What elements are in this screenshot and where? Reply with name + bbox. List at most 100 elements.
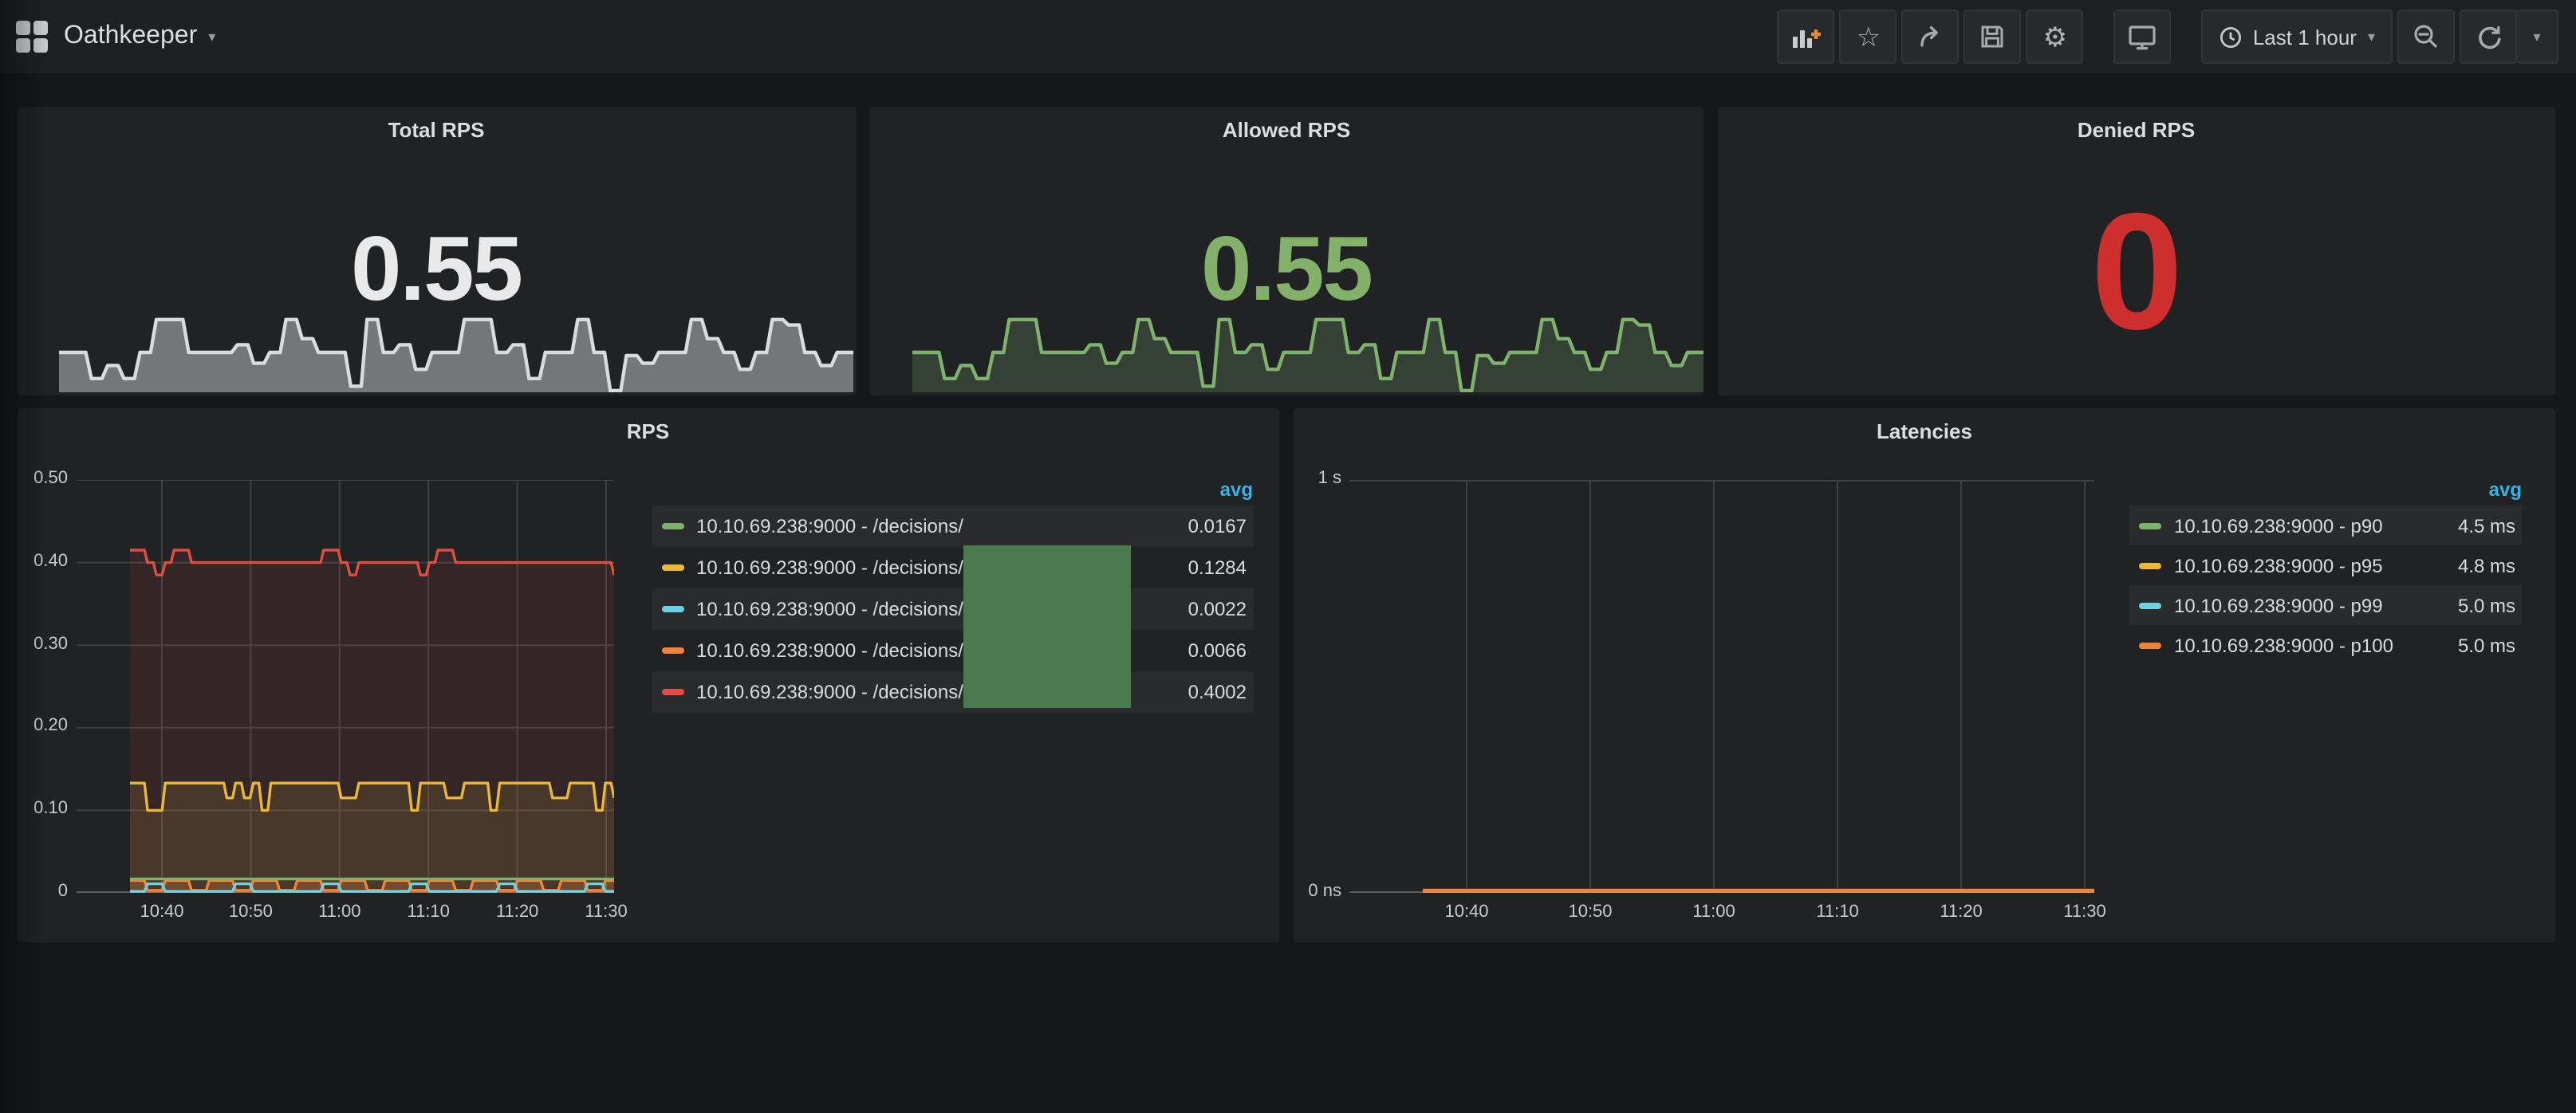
legend-avg-header[interactable]: avg [2489,478,2522,501]
refresh-icon [2475,23,2502,50]
series-label[interactable]: 10.10.69.238:9000 - p90 [2174,514,2383,537]
x-axis-tick: 11:20 [1924,903,1998,922]
series-label[interactable]: 10.10.69.238:9000 - /decisions/ [696,681,963,703]
series-label[interactable]: 10.10.69.238:9000 - /decisions/ [696,598,963,620]
denied-rps-value: 0 [1717,190,2555,356]
refresh-interval-dropdown[interactable]: ▾ [2517,10,2558,64]
y-axis-tick: 0.20 [17,717,68,736]
series-swatch [661,523,683,529]
refresh-split-button: ▾ [2460,10,2558,64]
total-rps-value: 0.55 [17,225,856,316]
rps-legend: avg 10.10.69.238:9000 - /decisions/ 0.01… [652,474,1253,713]
legend-row[interactable]: 10.10.69.238:9000 - /decisions/ 0.0066 [652,630,1253,671]
legend-header: avg [2129,474,2522,505]
magnifier-minus-icon [2412,22,2440,51]
gear-icon: ⚙ [2043,23,2068,50]
grafana-dashboard: Oathkeeper ▾ ☆ [0,0,2576,1113]
panel-rps-graph[interactable]: RPS avg 10.10.69.238:9000 - /decisions/ … [17,408,1279,942]
y-axis-tick: 0.50 [17,469,68,488]
rps-chart-plot[interactable] [77,480,614,893]
legend-avg-header[interactable]: avg [1220,478,1253,501]
panel-latencies-graph[interactable]: Latencies avg 10.10.69.238:9000 - p90 4.… [1294,408,2555,942]
series-avg-value: 4.8 ms [2458,554,2515,576]
settings-button[interactable]: ⚙ [2027,10,2084,64]
series-avg-value: 5.0 ms [2458,594,2515,616]
series-label[interactable]: 10.10.69.238:9000 - /decisions/ [696,515,963,537]
series-label[interactable]: 10.10.69.238:9000 - /decisions/ [696,556,963,579]
x-axis-tick: 11:00 [1677,903,1751,922]
series-swatch [2139,642,2161,648]
header-toolbar: ☆ ⚙ [1773,10,2576,64]
monitor-icon [2127,22,2159,51]
dashboard-header: Oathkeeper ▾ ☆ [0,0,2576,73]
x-axis-tick: 11:20 [481,903,554,922]
series-swatch [2139,602,2161,608]
series-label[interactable]: 10.10.69.238:9000 - p99 [2174,594,2383,616]
x-axis-tick: 11:10 [1801,903,1874,922]
dashboard-title[interactable]: Oathkeeper [64,22,197,51]
series-label[interactable]: 10.10.69.238:9000 - p100 [2174,634,2393,656]
header-left: Oathkeeper ▾ [0,21,1773,53]
legend-row[interactable]: 10.10.69.238:9000 - /decisions/ 0.1284 [652,547,1253,588]
panel-denied-rps[interactable]: Denied RPS 0 [1717,107,2555,395]
time-range-picker[interactable]: Last 1 hour ▾ [2202,10,2393,64]
y-axis-tick: 1 s [1294,469,1341,488]
panel-title[interactable]: RPS [17,419,1279,443]
legend-row[interactable]: 10.10.69.238:9000 - p100 5.0 ms [2129,625,2522,665]
series-avg-value: 0.0022 [1188,598,1247,620]
x-axis-tick: 10:50 [1554,903,1627,922]
legend-row[interactable]: 10.10.69.238:9000 - p90 4.5 ms [2129,505,2522,545]
panel-title[interactable]: Denied RPS [1717,118,2555,142]
legend-row[interactable]: 10.10.69.238:9000 - /decisions/ 0.0022 [652,588,1253,630]
x-axis-tick: 10:40 [125,903,199,922]
y-axis-tick: 0 ns [1294,882,1341,901]
latencies-chart-plot[interactable] [1349,480,2094,893]
series-swatch [661,647,683,654]
panel-title[interactable]: Total RPS [17,118,856,142]
legend-row[interactable]: 10.10.69.238:9000 - p95 4.8 ms [2129,545,2522,585]
series-label[interactable]: 10.10.69.238:9000 - p95 [2174,554,2383,576]
series-swatch [2139,562,2161,568]
legend-header: avg [652,474,1253,505]
legend-row[interactable]: 10.10.69.238:9000 - /decisions/ 0.0167 [652,505,1253,547]
x-axis-tick: 11:10 [392,903,465,922]
share-icon [1916,22,1945,51]
series-swatch [2139,522,2161,529]
panel-title[interactable]: Allowed RPS [869,118,1704,142]
star-button[interactable]: ☆ [1840,10,1897,64]
title-caret-icon[interactable]: ▾ [208,28,215,45]
panel-total-rps[interactable]: Total RPS 0.55 [17,107,856,395]
zoom-out-button[interactable] [2397,10,2455,64]
y-axis-tick: 0.30 [17,634,68,653]
tv-mode-button[interactable] [2114,10,2172,64]
green-overlay-box [963,545,1131,708]
latencies-legend: avg 10.10.69.238:9000 - p90 4.5 ms 10.10… [2129,474,2522,665]
panel-allowed-rps[interactable]: Allowed RPS 0.55 [869,107,1704,395]
series-avg-value: 0.0167 [1188,515,1247,537]
panel-title[interactable]: Latencies [1294,419,2555,443]
legend-row[interactable]: 10.10.69.238:9000 - /decisions/ 0.4002 [652,671,1253,713]
save-button[interactable] [1964,10,2022,64]
series-avg-value: 0.4002 [1188,681,1247,703]
apps-grid-icon[interactable] [16,21,48,53]
bar-chart-plus-icon [1790,22,1822,51]
clock-icon [2220,25,2243,49]
series-label[interactable]: 10.10.69.238:9000 - /decisions/ [696,639,963,662]
save-icon [1979,22,2007,51]
add-panel-button[interactable] [1778,10,1835,64]
x-axis-tick: 11:30 [569,903,643,922]
x-axis-tick: 10:50 [214,903,287,922]
series-avg-value: 4.5 ms [2458,514,2515,537]
series-avg-value: 0.0066 [1188,639,1247,662]
refresh-button[interactable] [2460,10,2517,64]
series-avg-value: 0.1284 [1188,556,1247,579]
allowed-rps-sparkline [912,316,1703,392]
refresh-caret-icon: ▾ [2533,28,2540,45]
series-avg-value: 5.0 ms [2458,634,2515,656]
y-axis-tick: 0.10 [17,799,68,818]
share-button[interactable] [1902,10,1960,64]
time-range-label: Last 1 hour [2253,25,2357,49]
series-swatch [661,689,683,695]
legend-row[interactable]: 10.10.69.238:9000 - p99 5.0 ms [2129,585,2522,625]
y-axis-tick: 0 [17,882,68,901]
